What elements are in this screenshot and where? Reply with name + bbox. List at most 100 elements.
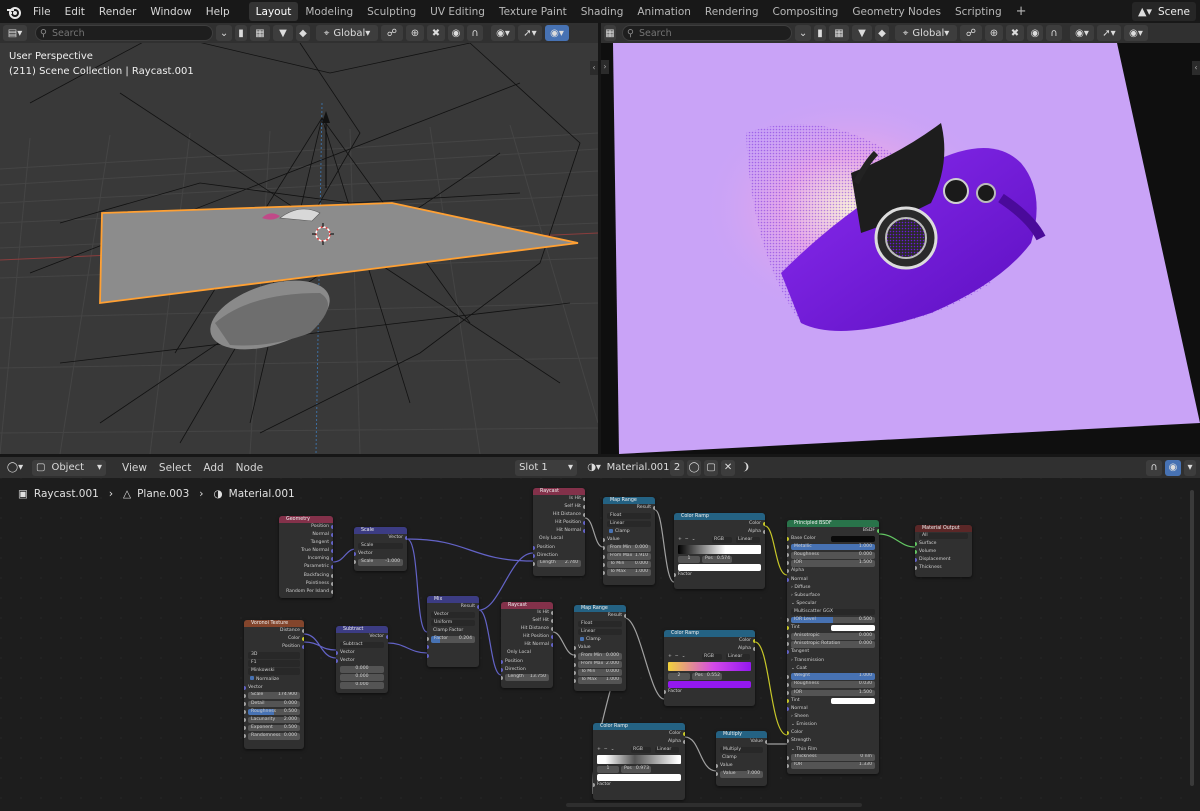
bsdf-tint[interactable]: Tint [787,624,879,632]
bsdf-coat-roughness-field[interactable]: Roughness 0.030 [787,681,879,689]
socket-result[interactable]: Result [574,612,626,620]
sidebar-toggle-right-icon[interactable]: ‹ [1192,61,1200,75]
menu-node[interactable]: Node [230,462,269,474]
bsdf-coat-tint[interactable]: Tint [787,697,879,705]
socket-value-out[interactable]: Value [716,738,767,746]
editor-type-icon-right[interactable]: ▦ [604,25,616,41]
output-target-dropdown[interactable]: All [915,532,972,540]
gizmo-icon[interactable]: ➚▾ [518,25,542,41]
stop-color-swatch[interactable] [664,680,755,688]
voronoi-feature-dropdown[interactable]: F1 [244,659,304,667]
tab-layout[interactable]: Layout [248,2,299,21]
socket-is-hit[interactable]: Is Hit [533,495,585,503]
bsdf-normal[interactable]: Normal [787,576,879,584]
to-max-field[interactable]: To Max 1.000 [603,569,655,577]
from-min-field[interactable]: From Min 0.000 [603,544,655,552]
bsdf-base-color[interactable]: Base Color [787,535,879,543]
socket-pointiness[interactable]: Pointiness [279,580,333,588]
subtract-x-field[interactable]: 0.000 [336,665,388,673]
node-principled-bsdf[interactable]: Principled BSDF BSDF Base Color Metallic… [787,520,879,774]
socket-random-per-island[interactable]: Random Per Island [279,588,333,596]
color-ramp-gradient[interactable] [668,662,751,672]
color-ramp-gradient[interactable] [597,755,681,765]
tab-sculpting[interactable]: Sculpting [360,2,423,21]
overlay-icon-right[interactable]: ◉▾ [1124,25,1148,41]
node-map-range-1[interactable]: Map Range Result Float Linear Clamp Valu… [603,497,655,585]
socket-value-in[interactable]: Value [603,536,655,544]
tab-animation[interactable]: Animation [630,2,698,21]
menu-select[interactable]: Select [153,462,197,474]
socket-displacement-in[interactable]: Displacement [915,556,972,564]
socket-self-hit[interactable]: Self Hit [501,617,553,625]
stop-index-field[interactable]: 1 [678,555,700,563]
search-input-left[interactable] [51,27,212,39]
visibility-icon-right[interactable]: ◉▾ [1070,25,1094,41]
sidebar-toggle-icon[interactable]: ‹ [590,61,598,75]
bsdf-emission-color[interactable]: Color [787,729,879,737]
menu-help[interactable]: Help [199,0,237,23]
socket-tangent[interactable]: Tangent [279,539,333,547]
editor-type-icon[interactable]: ▤▾ [3,25,27,41]
socket-vector-b[interactable]: Vector [336,657,388,665]
funnel-icon[interactable]: ▼ [273,25,293,41]
menu-view[interactable]: View [116,462,153,474]
search-field-left[interactable]: ⚲ [35,25,213,41]
socket-position[interactable]: Position [279,523,333,531]
panel-thin-film[interactable]: ⌄ Thin Film [787,746,879,754]
bsdf-anisotropic-rotation-field[interactable]: Anisotropic Rotation 0.000 [787,640,879,648]
socket-vector-in[interactable]: Vector [244,684,304,692]
snap-icon-right[interactable]: ⊕ [985,25,1003,41]
shield-icon-right[interactable]: ◆ [875,25,889,41]
gizmo-icon-right[interactable]: ➚▾ [1097,25,1121,41]
proportional-edit-icon[interactable]: ◉ [448,25,464,41]
overlay-dropdown-icon[interactable]: ▾ [1184,459,1196,476]
bsdf-anisotropic-field[interactable]: Anisotropic 0.000 [787,632,879,640]
left-edge-toggle-icon[interactable]: › [601,60,609,74]
raycast-length-field[interactable]: Length 2.740 [533,560,585,568]
add-stop-icon[interactable]: + [597,747,601,752]
transform-orientation-dropdown-right[interactable]: ⌖ Global ▾ [895,25,957,41]
panel-transmission[interactable]: › Transmission [787,657,879,665]
socket-self-hit[interactable]: Self Hit [533,503,585,511]
material-users-count[interactable]: 2 [670,459,685,476]
node-editor-scrollbar[interactable] [1190,490,1194,786]
map-range-type-dropdown[interactable]: Float [574,620,626,628]
remove-stop-icon[interactable]: − [604,747,608,752]
view-layout-icon-right[interactable]: ▦ [829,25,849,41]
stop-index-field[interactable]: 2 [668,672,690,680]
socket-factor-in[interactable]: Factor [664,688,755,696]
socket-factor-in[interactable]: Factor [593,781,685,789]
unlink-material-icon[interactable]: ✕ [721,459,736,476]
to-min-field[interactable]: To Min 0.000 [574,669,626,677]
panel-emission[interactable]: ⌄ Emission [787,721,879,729]
to-max-field[interactable]: To Max 1.000 [574,677,626,685]
material-browse-icon[interactable]: ◑▾ [583,460,605,476]
socket-value-in[interactable]: Value [574,644,626,652]
snap-target-icon[interactable]: ✖ [427,25,445,41]
socket-color-out[interactable]: Color [664,637,755,645]
breadcrumb-mesh[interactable]: Plane.003 [137,488,189,500]
socket-alpha-out[interactable]: Alpha [664,645,755,653]
node-editor-hscrollbar[interactable] [566,803,862,807]
node-color-ramp-3[interactable]: Color Ramp Color Alpha + − ⌄ RGB Linear … [593,723,685,800]
bsdf-ior-level-field[interactable]: IOR Level 0.500 [787,616,879,624]
blender-logo-icon[interactable] [6,4,22,20]
add-workspace-button[interactable]: + [1009,2,1034,21]
ramp-controls[interactable]: + − ⌄ RGB Linear [664,653,755,661]
tab-uv-editing[interactable]: UV Editing [423,2,492,21]
subtract-z-field[interactable]: 0.000 [336,682,388,690]
socket-vector-out[interactable]: Vector [354,534,407,542]
to-min-field[interactable]: To Min 0.000 [603,561,655,569]
voronoi-roughness-field[interactable]: Roughness 0.500 [244,708,304,716]
socket-value-in[interactable]: Value [716,762,767,770]
node-color-ramp-2[interactable]: Color Ramp Color Alpha + − ⌄ RGB Linear … [664,630,755,706]
tint-swatch[interactable] [831,624,875,632]
panel-diffuse[interactable]: › Diffuse [787,584,879,592]
node-mix[interactable]: Mix Result Vector Uniform Clamp Factor F… [427,596,479,667]
bsdf-thin-film-ior-field[interactable]: IOR 1.330 [787,762,879,770]
tab-scripting[interactable]: Scripting [948,2,1009,21]
pivot-icon-right[interactable]: ☍ [960,25,982,41]
node-color-ramp-1[interactable]: Color Ramp Color Alpha + − ⌄ RGB Linear … [674,513,765,589]
bsdf-metallic-field[interactable]: Metallic 1.000 [787,543,879,551]
mix-type-dropdown[interactable]: Vector [427,611,479,619]
